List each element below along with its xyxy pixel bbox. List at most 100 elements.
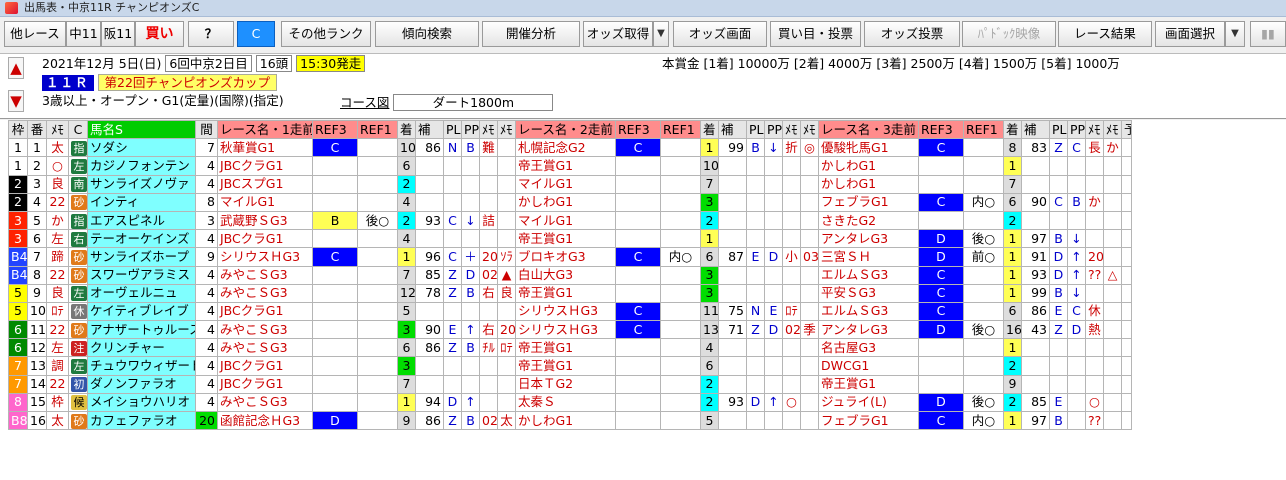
index-cell[interactable] [415, 356, 444, 376]
ref1-cell[interactable] [357, 174, 398, 194]
toolbar-button-11[interactable]: オッズ画面 [673, 21, 767, 47]
pl-pp-cell[interactable]: B [461, 410, 480, 431]
ref3-cell[interactable] [312, 174, 358, 194]
race-name-cell[interactable]: アンタレG3 [818, 320, 919, 340]
header-28[interactable]: 補 [1021, 120, 1050, 140]
finish-cell[interactable]: 7 [397, 265, 416, 285]
race-name-cell[interactable]: かしわG1 [515, 192, 616, 212]
memo-cell[interactable] [800, 410, 819, 431]
pl-pp-cell[interactable] [746, 174, 765, 194]
memo-cell[interactable] [782, 265, 801, 285]
pl-pp-cell[interactable]: E [1049, 301, 1068, 322]
memo-cell[interactable] [497, 229, 516, 249]
ref3-cell[interactable]: B [312, 210, 358, 231]
table-row[interactable]: 6 12 左注クリンチャー 4 みやこＳG3 6 86 Z B ﾁﾙ ﾛﾃ 帝王賞G1 4 名古屋G3 1 [8, 338, 1132, 358]
pl-pp-cell[interactable]: Z [443, 265, 462, 285]
horse-name[interactable]: サンライズノヴァ [87, 174, 196, 194]
race-name-cell[interactable]: かしわG1 [818, 156, 919, 176]
pl-pp-cell[interactable] [1049, 210, 1068, 231]
ref1-cell[interactable] [660, 374, 701, 394]
race-name-cell[interactable]: フェブラG1 [818, 192, 919, 212]
finish-cell[interactable]: 13 [700, 320, 719, 340]
pl-pp-cell[interactable]: E [764, 301, 783, 322]
memo-cell[interactable] [479, 156, 498, 176]
race-name-cell[interactable]: 白山大G3 [515, 265, 616, 285]
ref3-cell[interactable]: C [615, 320, 661, 340]
table-row[interactable]: 1 1 太指ソダシ 7 秋華賞G1 C 10 86 N B 難札幌記念G2 C 1 99 B ↓ 折 ◎ 優駿牝馬G… [8, 138, 1132, 158]
table-row[interactable]: B8 16 太砂カフェファラオ 20 函館記念ＨG3 D 9 86 Z B 02 太かしわG1 5 フェブ… [8, 410, 1132, 431]
toolbar-button-17[interactable]: ▼ [1225, 21, 1245, 47]
ref1-cell[interactable] [963, 174, 1004, 194]
race-name-cell[interactable]: 武蔵野ＳG3 [217, 210, 313, 231]
memo-cell[interactable]: ?? [1085, 410, 1104, 431]
ref1-cell[interactable] [660, 174, 701, 194]
memo-cell[interactable] [497, 156, 516, 176]
horse-name[interactable]: ソダシ [87, 138, 196, 158]
memo-cell[interactable] [479, 392, 498, 413]
pl-pp-cell[interactable] [764, 174, 783, 194]
ref1-cell[interactable] [357, 301, 398, 322]
race-name-cell[interactable]: 帝王賞G1 [818, 374, 919, 394]
index-cell[interactable]: 93 [718, 392, 747, 413]
forecast-cell[interactable] [1121, 192, 1132, 212]
memo-cell[interactable]: 難 [479, 138, 498, 158]
toolbar-button-16[interactable]: 画面選択 [1155, 21, 1225, 47]
pl-pp-cell[interactable]: B [746, 138, 765, 158]
memo-cell[interactable]: 右 [479, 320, 498, 340]
race-name-cell[interactable]: かしわG1 [818, 174, 919, 194]
pl-pp-cell[interactable] [764, 338, 783, 358]
ref1-cell[interactable] [357, 410, 398, 431]
index-cell[interactable]: 85 [415, 265, 444, 285]
table-row[interactable]: 6 11 22 砂アナザートゥルース 4 みやこＳG3 3 90 E ↑ 右 20 シリウスＨG3 C 13… [8, 320, 1132, 340]
finish-cell[interactable]: 6 [397, 338, 416, 358]
pl-pp-cell[interactable]: ↑ [1067, 265, 1086, 285]
ref1-cell[interactable]: 後○ [963, 392, 1004, 413]
pl-pp-cell[interactable] [746, 410, 765, 431]
ref1-cell[interactable] [660, 320, 701, 340]
pl-pp-cell[interactable]: B [461, 138, 480, 158]
race-name-cell[interactable]: マイルG1 [515, 174, 616, 194]
pl-pp-cell[interactable]: Z [443, 410, 462, 431]
pl-pp-cell[interactable] [1067, 210, 1086, 231]
ref1-cell[interactable] [660, 301, 701, 322]
pl-pp-cell[interactable] [1067, 156, 1086, 176]
toolbar-button-0[interactable]: 他レース [4, 21, 66, 47]
memo-cell[interactable] [1103, 210, 1122, 231]
memo-cell[interactable]: 左 [46, 338, 69, 358]
ref3-cell[interactable] [615, 265, 661, 285]
table-row[interactable]: 2 4 22 砂インティ 8 マイルG1 4 かしわG1 3 フェブラG1 C 内○ 6 90 C B か [8, 192, 1132, 212]
ref1-cell[interactable] [963, 374, 1004, 394]
ref1-cell[interactable]: 前○ [963, 247, 1004, 267]
forecast-cell[interactable] [1121, 156, 1132, 176]
finish-cell[interactable]: 1 [1003, 283, 1022, 303]
finish-cell[interactable]: 1 [1003, 229, 1022, 249]
forecast-cell[interactable] [1121, 392, 1132, 413]
race-name-cell[interactable]: フェブラG1 [818, 410, 919, 431]
race-name-cell[interactable]: シリウスＨG3 [515, 320, 616, 340]
memo-cell[interactable]: 太 [497, 410, 516, 431]
ref1-cell[interactable] [357, 229, 398, 249]
pl-pp-cell[interactable] [1067, 392, 1086, 413]
memo-cell[interactable] [1103, 356, 1122, 376]
forecast-cell[interactable] [1121, 410, 1132, 431]
memo-cell[interactable] [1103, 338, 1122, 358]
pl-pp-cell[interactable] [443, 229, 462, 249]
header-29[interactable]: PL [1049, 120, 1068, 140]
ref3-cell[interactable] [312, 301, 358, 322]
header-4[interactable]: 馬名S [87, 120, 196, 140]
ref1-cell[interactable] [357, 283, 398, 303]
table-row[interactable]: B4 7 蹄砂サンライズホープ 9 シリウスＨG3 C 1 96 C ＋ 20 ｿﾗ ブロキオG3 C 内○… [8, 247, 1132, 267]
ref1-cell[interactable] [963, 283, 1004, 303]
finish-cell[interactable]: 7 [700, 174, 719, 194]
pl-pp-cell[interactable]: ↑ [461, 392, 480, 413]
index-cell[interactable]: 93 [1021, 265, 1050, 285]
pl-pp-cell[interactable]: C [443, 210, 462, 231]
finish-cell[interactable]: 1 [700, 138, 719, 158]
ref1-cell[interactable] [963, 210, 1004, 231]
memo-cell[interactable] [1085, 374, 1104, 394]
memo-cell[interactable] [1085, 338, 1104, 358]
pl-pp-cell[interactable]: B [461, 338, 480, 358]
ref1-cell[interactable] [357, 338, 398, 358]
horse-name[interactable]: メイショウハリオ [87, 392, 196, 413]
header-30[interactable]: PP [1067, 120, 1086, 140]
